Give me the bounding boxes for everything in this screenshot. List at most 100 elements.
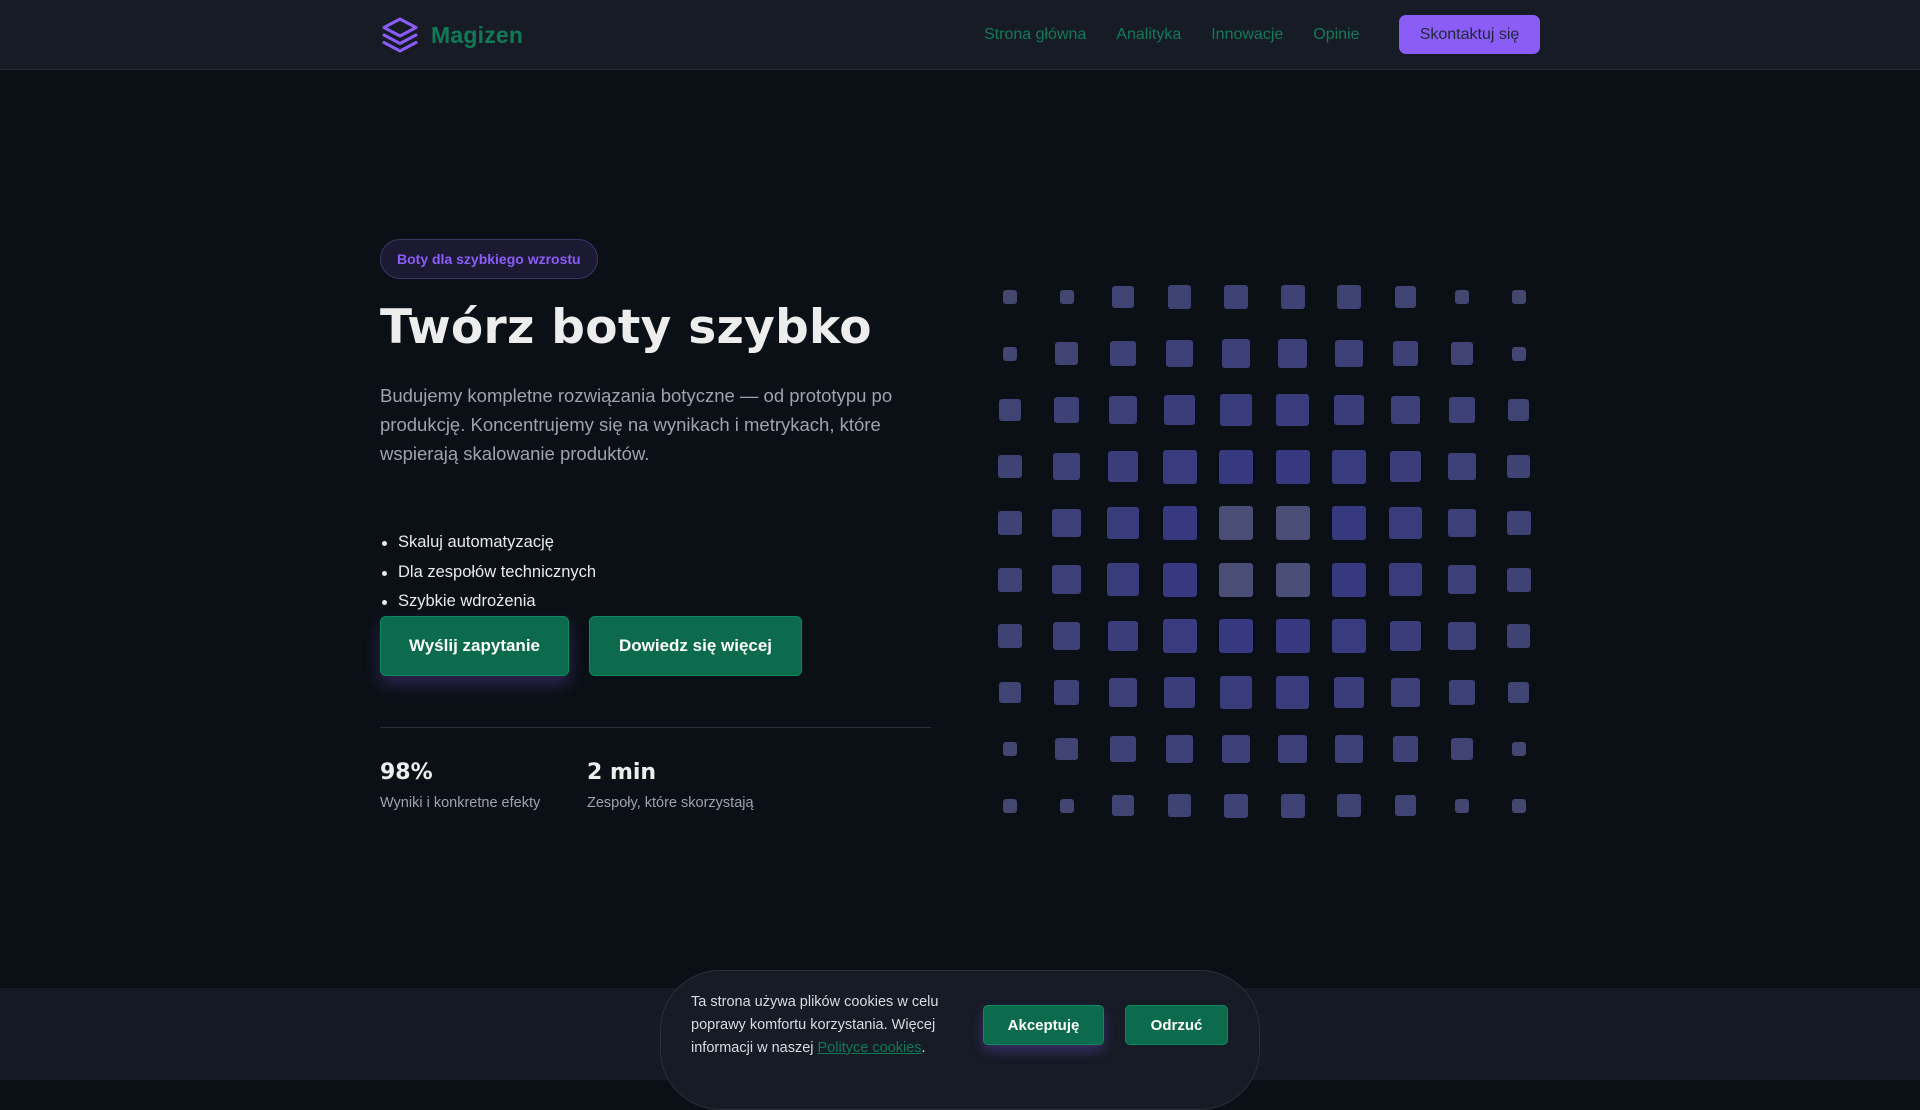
grid-square bbox=[1003, 742, 1017, 756]
grid-square bbox=[1164, 394, 1195, 426]
grid-square bbox=[999, 681, 1021, 704]
grid-square bbox=[1107, 451, 1139, 482]
send-inquiry-button[interactable]: Wyślij zapytanie bbox=[380, 616, 569, 676]
grid-square bbox=[998, 454, 1022, 479]
stat-value: 98% bbox=[380, 760, 433, 785]
nav-link-home[interactable]: Strona główna bbox=[984, 26, 1086, 44]
hero-description: Budujemy kompletne rozwiązania botyczne … bbox=[380, 385, 893, 464]
grid-square bbox=[1112, 286, 1134, 308]
grid-square bbox=[1219, 619, 1253, 653]
main-nav: Strona główna Analityka Innowacje Opinie bbox=[984, 22, 1360, 48]
grid-square bbox=[1280, 793, 1305, 818]
grid-square bbox=[1052, 508, 1081, 538]
contact-button[interactable]: Skontaktuj się bbox=[1399, 15, 1540, 54]
grid-square bbox=[1337, 793, 1361, 818]
grid-square bbox=[1219, 562, 1253, 597]
grid-square bbox=[1392, 736, 1419, 762]
grid-square bbox=[1394, 286, 1417, 308]
grid-square bbox=[1506, 511, 1531, 535]
grid-square bbox=[1275, 562, 1310, 597]
grid-square bbox=[1389, 563, 1422, 596]
grid-square bbox=[1162, 619, 1197, 653]
grid-square bbox=[1108, 395, 1138, 425]
grid-square bbox=[1507, 399, 1530, 421]
grid-square bbox=[1276, 393, 1309, 427]
grid-square bbox=[1390, 620, 1421, 652]
grid-square bbox=[1167, 793, 1192, 818]
grid-square bbox=[1162, 449, 1197, 484]
grid-square bbox=[1448, 622, 1476, 650]
grid-square bbox=[1110, 736, 1136, 762]
grid-square bbox=[1108, 678, 1138, 707]
cookie-accept-button[interactable]: Akceptuję bbox=[983, 1005, 1104, 1045]
grid-square bbox=[1219, 393, 1253, 427]
stat-value: 2 min bbox=[587, 760, 657, 785]
grid-square bbox=[1332, 562, 1366, 597]
grid-square bbox=[998, 511, 1022, 535]
stat-results: 98% Wyniki i konkretne efekty bbox=[380, 760, 540, 811]
hero-title: Twórz boty szybko bbox=[380, 300, 872, 355]
feature-item: Dla zespołów technicznych bbox=[380, 558, 596, 588]
grid-square bbox=[1053, 679, 1080, 706]
grid-square bbox=[1455, 798, 1469, 813]
grid-square bbox=[1162, 562, 1197, 597]
grid-square bbox=[1447, 565, 1477, 594]
grid-square bbox=[1221, 339, 1251, 368]
nav-link-reviews[interactable]: Opinie bbox=[1313, 26, 1359, 44]
grid-square bbox=[1167, 285, 1192, 309]
grid-square bbox=[1337, 285, 1361, 309]
brand-name: Magizen bbox=[431, 21, 524, 48]
grid-square bbox=[1278, 339, 1307, 368]
grid-square bbox=[1392, 340, 1419, 367]
grid-square bbox=[1055, 737, 1078, 761]
grid-square bbox=[1003, 798, 1017, 813]
grid-square bbox=[1107, 620, 1139, 652]
stat-label: Zespoły, które skorzystają bbox=[587, 795, 754, 811]
grid-square bbox=[1055, 342, 1078, 365]
feature-list: Skaluj automatyzację Dla zespołów techni… bbox=[380, 528, 596, 617]
stacked-layers-icon bbox=[382, 17, 418, 53]
grid-square bbox=[1391, 395, 1420, 425]
grid-square bbox=[1219, 449, 1253, 484]
brand-logo-link[interactable]: Magizen bbox=[380, 14, 523, 56]
grid-square bbox=[1052, 565, 1081, 594]
grid-square bbox=[1506, 454, 1531, 479]
cookie-policy-link[interactable]: Polityce cookies bbox=[818, 1040, 922, 1056]
grid-square bbox=[999, 399, 1021, 421]
grid-square bbox=[1165, 339, 1194, 368]
stat-speed: 2 min Zespoły, które skorzystają bbox=[587, 760, 754, 811]
grid-square bbox=[1333, 394, 1365, 426]
grid-square bbox=[1059, 290, 1074, 304]
grid-square bbox=[1506, 567, 1531, 592]
learn-more-button[interactable]: Dowiedz się więcej bbox=[589, 616, 802, 676]
stat-label: Wyniki i konkretne efekty bbox=[380, 795, 541, 811]
grid-square bbox=[1052, 452, 1081, 481]
grid-square bbox=[1003, 346, 1017, 361]
grid-square bbox=[1449, 397, 1475, 423]
grid-square bbox=[1335, 339, 1363, 368]
grid-square bbox=[1511, 346, 1526, 361]
grid-square bbox=[1224, 793, 1248, 818]
grid-square bbox=[1332, 449, 1366, 484]
grid-square bbox=[998, 567, 1022, 592]
grid-square bbox=[1449, 679, 1475, 706]
grid-square bbox=[1162, 506, 1197, 540]
grid-square bbox=[1335, 735, 1363, 763]
grid-square bbox=[1450, 737, 1474, 761]
grid-square bbox=[1511, 798, 1526, 813]
cookie-message: Ta strona używa plików cookies w celu po… bbox=[691, 991, 981, 1060]
grid-square bbox=[1112, 794, 1134, 817]
grid-square bbox=[1507, 681, 1530, 704]
nav-link-analytics[interactable]: Analityka bbox=[1116, 26, 1181, 44]
grid-square bbox=[1053, 397, 1080, 423]
grid-square bbox=[1106, 506, 1140, 540]
grid-square bbox=[1332, 506, 1366, 540]
grid-square bbox=[1390, 451, 1421, 482]
nav-link-innovations[interactable]: Innowacje bbox=[1211, 26, 1283, 44]
cookie-reject-button[interactable]: Odrzuć bbox=[1125, 1005, 1228, 1045]
grid-square bbox=[1110, 340, 1136, 367]
grid-square bbox=[1221, 734, 1251, 764]
grid-square bbox=[1106, 563, 1140, 596]
cookie-banner: Ta strona używa plików cookies w celu po… bbox=[660, 970, 1260, 1110]
grid-square bbox=[1394, 794, 1417, 817]
